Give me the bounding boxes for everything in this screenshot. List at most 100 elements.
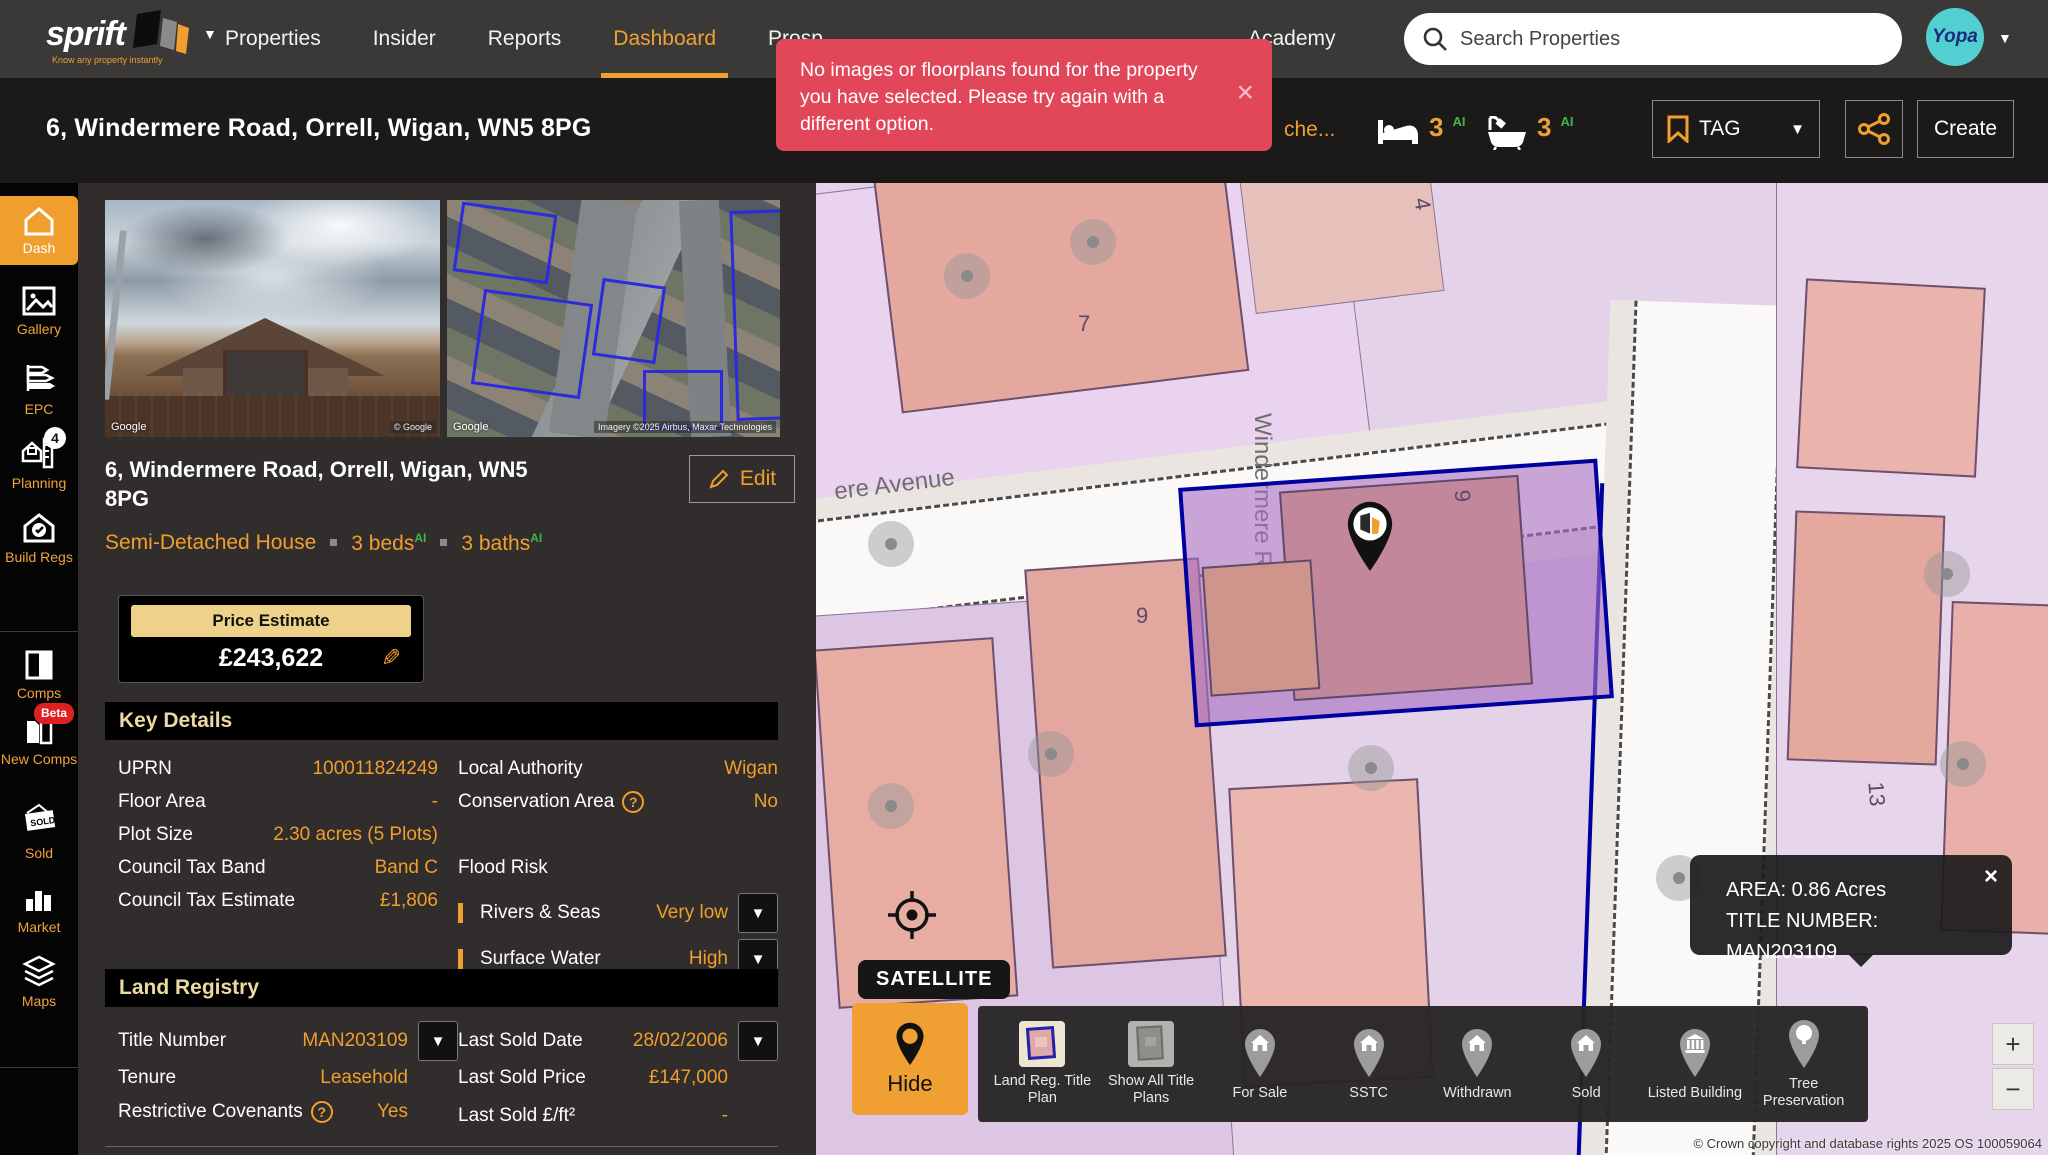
toolbar-for-sale[interactable]: For Sale: [1208, 1027, 1312, 1102]
planning-count-badge: 4: [44, 427, 66, 449]
map-marker[interactable]: [944, 253, 990, 299]
map-marker[interactable]: [1070, 219, 1116, 265]
zoom-out-button[interactable]: −: [1992, 1068, 2034, 1110]
surface-water-label: Surface Water: [458, 948, 601, 970]
map-marker[interactable]: [1924, 551, 1970, 597]
map-marker[interactable]: [1348, 745, 1394, 791]
beds-count: 3: [1429, 112, 1443, 143]
sidebar-label: Build Regs: [5, 549, 73, 566]
zoom-in-button[interactable]: +: [1992, 1023, 2034, 1065]
price-edit-pencil-icon[interactable]: ✎: [381, 644, 401, 673]
title-number-dropdown[interactable]: ▼: [418, 1021, 458, 1061]
toolbar-sold[interactable]: Sold: [1534, 1027, 1638, 1102]
pin-icon: [893, 1021, 927, 1065]
sidebar-item-comps[interactable]: Comps: [0, 649, 78, 702]
hide-pins-button[interactable]: Hide: [852, 1003, 968, 1115]
toast-close-icon[interactable]: ×: [1236, 79, 1254, 106]
sidebar-item-market[interactable]: Market: [0, 883, 78, 936]
separator-dot: [440, 539, 447, 546]
bookmark-icon: [1667, 115, 1689, 143]
sidebar-item-maps[interactable]: Maps: [0, 955, 78, 1010]
edit-button[interactable]: Edit: [689, 455, 795, 503]
toolbar-listed-building[interactable]: Listed Building: [1643, 1027, 1747, 1102]
map-building: [816, 637, 1018, 1009]
council-tax-band-label: Council Tax Band: [118, 857, 266, 879]
search-input[interactable]: [1460, 28, 1860, 51]
sidebar-item-new-comps[interactable]: Beta New Comps: [0, 713, 78, 768]
share-button[interactable]: [1845, 100, 1903, 158]
hide-label: Hide: [887, 1071, 932, 1097]
sidebar-item-epc[interactable]: EPC: [0, 363, 78, 418]
search-bar[interactable]: [1404, 13, 1902, 65]
land-registry-header: Land Registry: [105, 969, 778, 1007]
nav-insider[interactable]: Insider: [373, 0, 436, 78]
sidebar-item-dash[interactable]: Dash: [0, 196, 78, 265]
toolbar-land-reg-title-plan[interactable]: Land Reg. Title Plan: [990, 1021, 1094, 1107]
maps-layers-icon: [21, 955, 57, 993]
help-icon[interactable]: ?: [311, 1101, 333, 1123]
toolbar-withdrawn[interactable]: Withdrawn: [1425, 1027, 1529, 1102]
nav-properties[interactable]: Properties: [225, 0, 321, 78]
plot-size-value: 2.30 acres (5 Plots): [273, 824, 438, 846]
toolbar-tree-preservation[interactable]: Tree Preservation: [1752, 1018, 1856, 1110]
property-pin[interactable]: [1342, 499, 1398, 576]
sidebar-item-sold[interactable]: SOLD Sold: [0, 801, 78, 862]
sidebar-item-gallery[interactable]: Gallery: [0, 285, 78, 338]
street-view-photo[interactable]: Google © Google: [105, 200, 440, 437]
map-marker[interactable]: [1940, 741, 1986, 787]
beds-ai-tag: AI: [1452, 114, 1465, 129]
rivers-seas-dropdown[interactable]: ▼: [738, 893, 778, 933]
sidebar-label: Comps: [17, 685, 61, 702]
map-layer-toolbar: Land Reg. Title Plan Show All Title Plan…: [978, 1006, 1868, 1122]
rivers-seas-label: Rivers & Seas: [458, 902, 600, 924]
logo-dropdown-caret-icon[interactable]: ▼: [203, 26, 217, 42]
nav-reports[interactable]: Reports: [488, 0, 562, 78]
plot-number: 9: [1449, 489, 1476, 503]
tag-dropdown[interactable]: TAG ▼: [1652, 100, 1820, 158]
avatar-dropdown-caret-icon[interactable]: ▼: [1998, 30, 2012, 46]
rivers-seas-value: Very low: [656, 902, 728, 924]
map-building: [1796, 278, 1986, 477]
property-type-row: Semi-Detached House 3 bedsAI 3 bathsAI: [105, 531, 542, 556]
sprift-logo[interactable]: sprift Know any property instantly ▼: [46, 10, 217, 58]
aerial-photo[interactable]: Google Imagery ©2025 Airbus, Maxar Techn…: [447, 200, 780, 437]
sidebar-item-planning[interactable]: 4 Planning: [0, 435, 78, 492]
map-canvas[interactable]: 7 4 ere Avenue Windermere Road 13 9 9: [816, 183, 2048, 1155]
divider: [105, 1146, 778, 1147]
satellite-toggle[interactable]: SATELLITE: [858, 960, 1010, 999]
photo-google-watermark: Google: [111, 421, 146, 433]
conservation-area-label: Conservation Area?: [458, 791, 644, 813]
map-marker[interactable]: [1028, 731, 1074, 777]
avatar-label: Yopa: [1932, 26, 1978, 48]
toolbar-show-all-title-plans[interactable]: Show All Title Plans: [1099, 1021, 1203, 1107]
sidebar-divider: [0, 631, 78, 632]
create-button[interactable]: Create: [1917, 100, 2014, 158]
tooltip-area: AREA: 0.86 Acres: [1726, 875, 1992, 906]
photo-imagery-copyright: Imagery ©2025 Airbus, Maxar Technologies: [594, 421, 776, 433]
last-sold-psf-value: -: [722, 1105, 728, 1127]
nav-dashboard[interactable]: Dashboard: [613, 0, 716, 78]
sidebar-label: Dash: [23, 240, 56, 257]
last-sold-date-dropdown[interactable]: ▼: [738, 1021, 778, 1061]
baths-text: 3 bathsAI: [461, 531, 542, 556]
restrictive-covenants-label: Restrictive Covenants?: [118, 1101, 333, 1123]
sidebar: Dash Gallery EPC 4 Planning Build Regs C…: [0, 183, 78, 1155]
share-icon: [1857, 112, 1891, 146]
bed-icon: [1376, 116, 1420, 148]
toolbar-sstc[interactable]: SSTC: [1317, 1027, 1421, 1102]
sidebar-item-build-regs[interactable]: Build Regs: [0, 511, 78, 566]
council-tax-band-value: Band C: [375, 857, 438, 879]
map-marker[interactable]: [868, 521, 914, 567]
uprn-value: 100011824249: [313, 758, 438, 780]
help-icon[interactable]: ?: [622, 791, 644, 813]
baths-ai-tag: AI: [1560, 114, 1573, 129]
avatar[interactable]: Yopa: [1926, 8, 1984, 66]
tooltip-close-icon[interactable]: ×: [1984, 863, 1998, 891]
map-building: [1787, 510, 1946, 765]
last-sold-date-value: 28/02/2006: [633, 1030, 728, 1052]
for-sale-pin-icon: [1238, 1027, 1282, 1079]
baths-count: 3: [1537, 112, 1551, 143]
map-marker[interactable]: [868, 783, 914, 829]
toast-notification: No images or floorplans found for the pr…: [776, 39, 1272, 151]
property-panel: Google © Google Google Imagery ©2025 Air…: [78, 183, 816, 1155]
